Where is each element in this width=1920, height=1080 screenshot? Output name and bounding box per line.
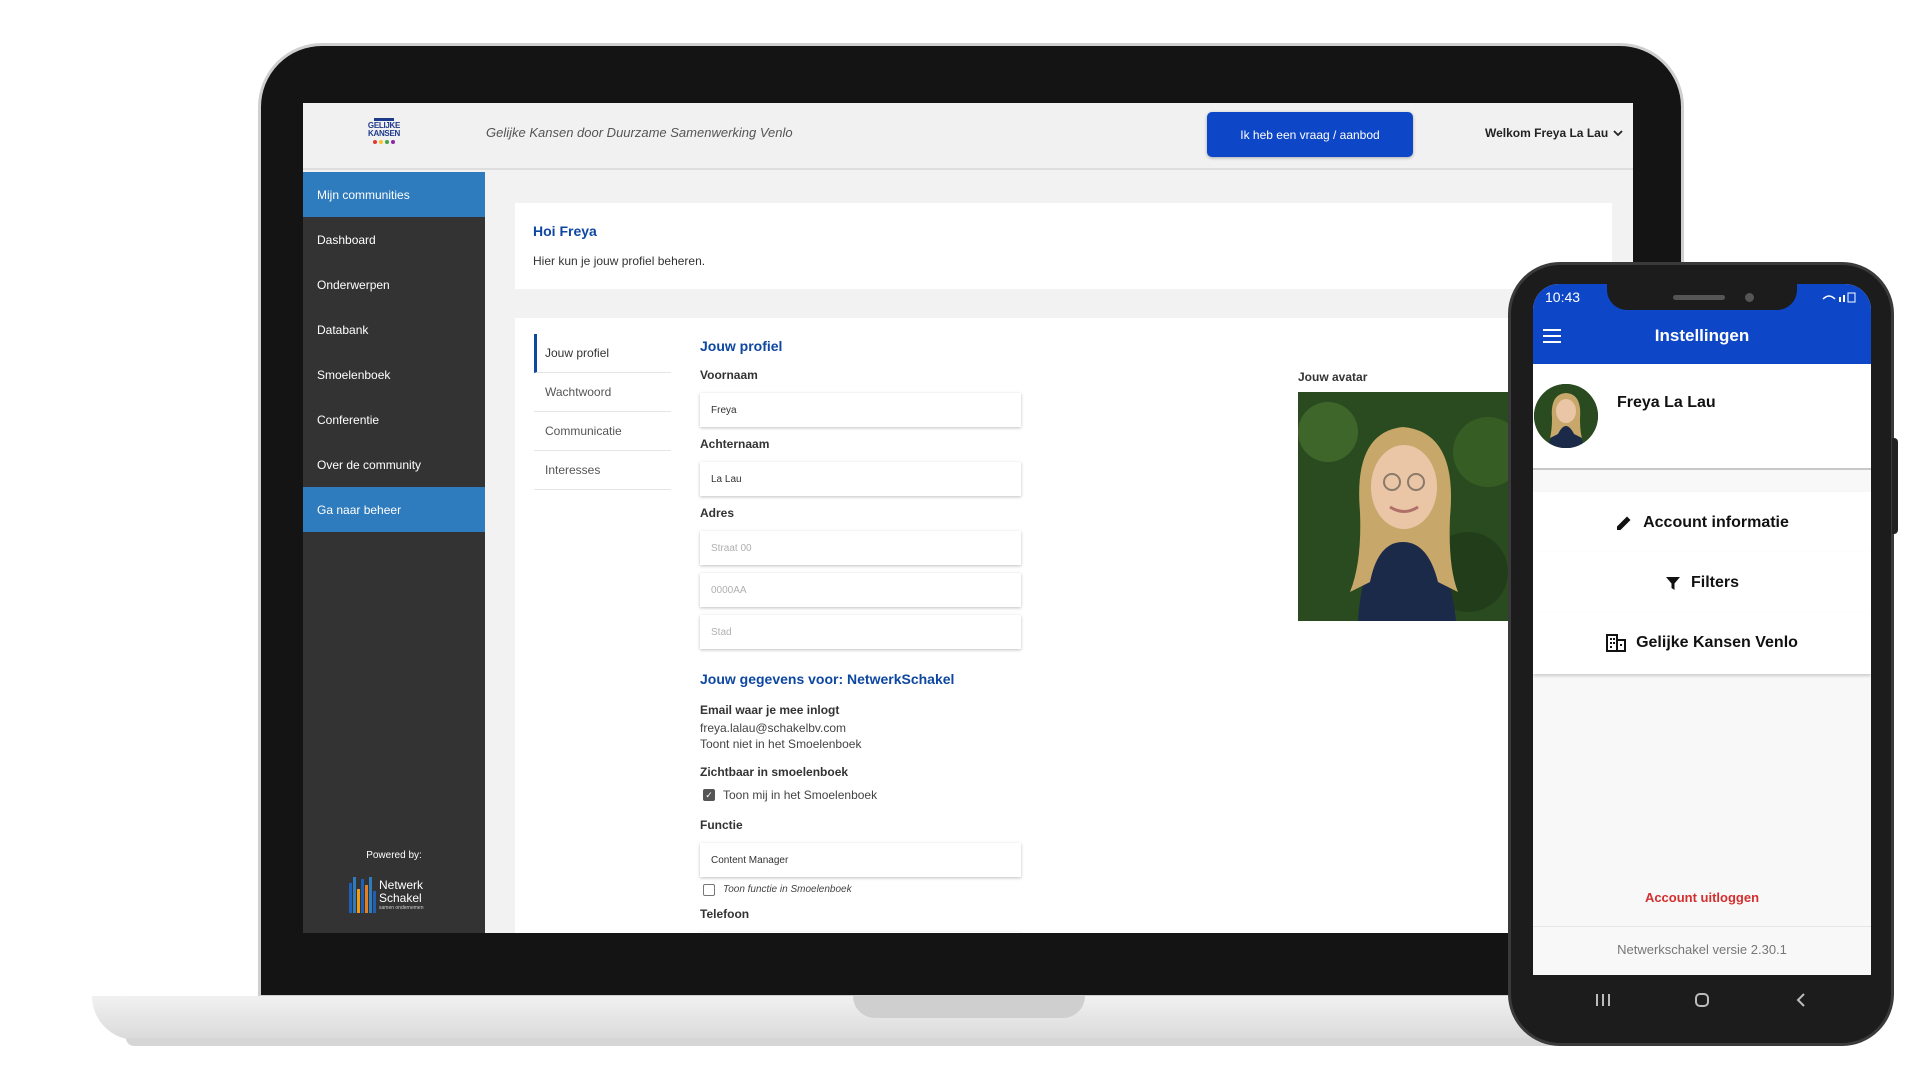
phone-label: Telefoon — [700, 907, 750, 921]
top-bar: GELIJKE KANSEN Gelijke Kansen door Duurz… — [303, 103, 1633, 170]
back-icon[interactable] — [1795, 992, 1807, 1008]
pencil-icon — [1617, 516, 1631, 530]
recent-apps-icon[interactable] — [1595, 993, 1611, 1007]
phone-notch — [1607, 284, 1797, 310]
greeting-title: Hoi Freya — [533, 223, 597, 239]
function-field[interactable]: Content Manager — [700, 843, 1021, 877]
chevron-down-icon — [1613, 130, 1623, 137]
sidebar-item-smoelenboek[interactable]: Smoelenboek — [303, 352, 485, 397]
tab-jouw-profiel[interactable]: Jouw profiel — [534, 334, 671, 373]
phone-field[interactable] — [700, 932, 1021, 933]
tab-wachtwoord[interactable]: Wachtwoord — [534, 373, 671, 412]
status-time: 10:43 — [1545, 289, 1581, 305]
sidebar-item-ga-naar-beheer[interactable]: Ga naar beheer — [303, 487, 485, 532]
visible-label: Zichtbaar in smoelenboek — [700, 765, 849, 779]
laptop-notch — [853, 996, 1085, 1018]
profile-tabs: Jouw profiel Wachtwoord Communicatie Int… — [534, 334, 671, 490]
email-label: Email waar je mee inlogt — [700, 703, 840, 717]
phone-side-button — [1892, 438, 1898, 534]
tab-interesses[interactable]: Interesses — [534, 451, 671, 490]
netwerkschakel-logo-icon — [349, 877, 376, 913]
community-button[interactable]: Gelijke Kansen Venlo — [1533, 612, 1871, 674]
function-checkbox-label: Toon functie in Smoelenboek — [723, 884, 852, 895]
welcome-text: Welkom Freya La Lau — [1485, 126, 1609, 140]
sidebar-item-onderwerpen[interactable]: Onderwerpen — [303, 262, 485, 307]
avatar-photo[interactable] — [1298, 392, 1512, 621]
avatar-label: Jouw avatar — [1298, 370, 1368, 384]
sidebar-item-mijn-communities[interactable]: Mijn communities — [303, 172, 485, 217]
home-icon[interactable] — [1694, 992, 1710, 1008]
question-offer-button[interactable]: Ik heb een vraag / aanbod — [1207, 112, 1413, 157]
sidebar-item-databank[interactable]: Databank — [303, 307, 485, 352]
visible-checkbox-label: Toon mij in het Smoelenboek — [723, 788, 878, 802]
first-name-label: Voornaam — [700, 368, 758, 382]
visible-checkbox-row[interactable]: Toon mij in het Smoelenboek — [703, 787, 877, 803]
profile-card: Jouw profiel Wachtwoord Communicatie Int… — [515, 318, 1612, 933]
person-photo-icon — [1298, 392, 1512, 621]
gelijke-kansen-logo[interactable]: GELIJKE KANSEN — [367, 118, 401, 151]
last-name-field[interactable]: La Lau — [700, 462, 1021, 496]
filter-icon — [1665, 577, 1680, 590]
building-icon — [1606, 634, 1627, 652]
greeting-card: Hoi Freya Hier kun je jouw profiel beher… — [515, 203, 1612, 289]
phone-profile-header: Freya La Lau — [1533, 364, 1871, 470]
section-title-network: Jouw gegevens voor: NetwerkSchakel — [700, 671, 955, 687]
laptop-screen: GELIJKE KANSEN Gelijke Kansen door Duurz… — [303, 103, 1633, 933]
avatar — [1534, 384, 1598, 448]
tagline: Gelijke Kansen door Duurzame Samenwerkin… — [486, 125, 793, 140]
function-checkbox-row[interactable]: Toon functie in Smoelenboek — [703, 882, 852, 898]
sidebar-item-conferentie[interactable]: Conferentie — [303, 397, 485, 442]
postcode-field[interactable]: 0000AA — [700, 573, 1021, 607]
city-field[interactable]: Stad — [700, 615, 1021, 649]
address-label: Adres — [700, 506, 735, 520]
signal-battery-icon — [1822, 292, 1856, 303]
android-nav-bar — [1533, 975, 1871, 1025]
app-version: Netwerkschakel versie 2.30.1 — [1533, 926, 1871, 975]
section-title-profile: Jouw profiel — [700, 338, 783, 354]
netwerkschakel-logo: Netwerk Schakel samen ondernemen — [349, 877, 423, 913]
email-note: Toont niet in het Smoelenboek — [700, 737, 862, 751]
street-field[interactable]: Straat 00 — [700, 531, 1021, 565]
tab-communicatie[interactable]: Communicatie — [534, 412, 671, 451]
status-bar: 10:43 — [1533, 284, 1871, 310]
account-info-button[interactable]: Account informatie — [1533, 492, 1871, 554]
filters-button[interactable]: Filters — [1533, 552, 1871, 614]
user-name: Freya La Lau — [1617, 394, 1716, 411]
function-checkbox[interactable] — [703, 884, 715, 896]
last-name-label: Achternaam — [700, 437, 770, 451]
filters-label: Filters — [1690, 574, 1739, 591]
account-info-label: Account informatie — [1643, 514, 1789, 531]
function-label: Functie — [700, 818, 743, 832]
app-title: Instellingen — [1654, 326, 1750, 345]
phone-screen: 10:43 Instellingen Freya La Lau Account … — [1533, 284, 1871, 975]
first-name-field[interactable]: Freya — [700, 393, 1021, 427]
sidebar: Mijn communities Dashboard Onderwerpen D… — [303, 172, 485, 933]
logout-button[interactable]: Account uitloggen — [1533, 890, 1871, 905]
powered-by-label: Powered by: — [366, 850, 422, 861]
user-avatar-icon — [1534, 384, 1598, 448]
email-value: freya.lalau@schakelbv.com — [700, 721, 847, 735]
user-menu[interactable]: Welkom Freya La Lau — [1485, 126, 1624, 140]
brand-line-2: Schakel — [379, 891, 422, 905]
sidebar-item-over-de-community[interactable]: Over de community — [303, 442, 485, 487]
sidebar-item-dashboard[interactable]: Dashboard — [303, 217, 485, 262]
app-bar: Instellingen — [1533, 310, 1871, 364]
visible-checkbox[interactable] — [703, 789, 715, 801]
brand-subtitle: samen ondernemen — [379, 905, 424, 911]
community-label: Gelijke Kansen Venlo — [1636, 634, 1798, 651]
greeting-subtitle: Hier kun je jouw profiel beheren. — [533, 254, 706, 268]
